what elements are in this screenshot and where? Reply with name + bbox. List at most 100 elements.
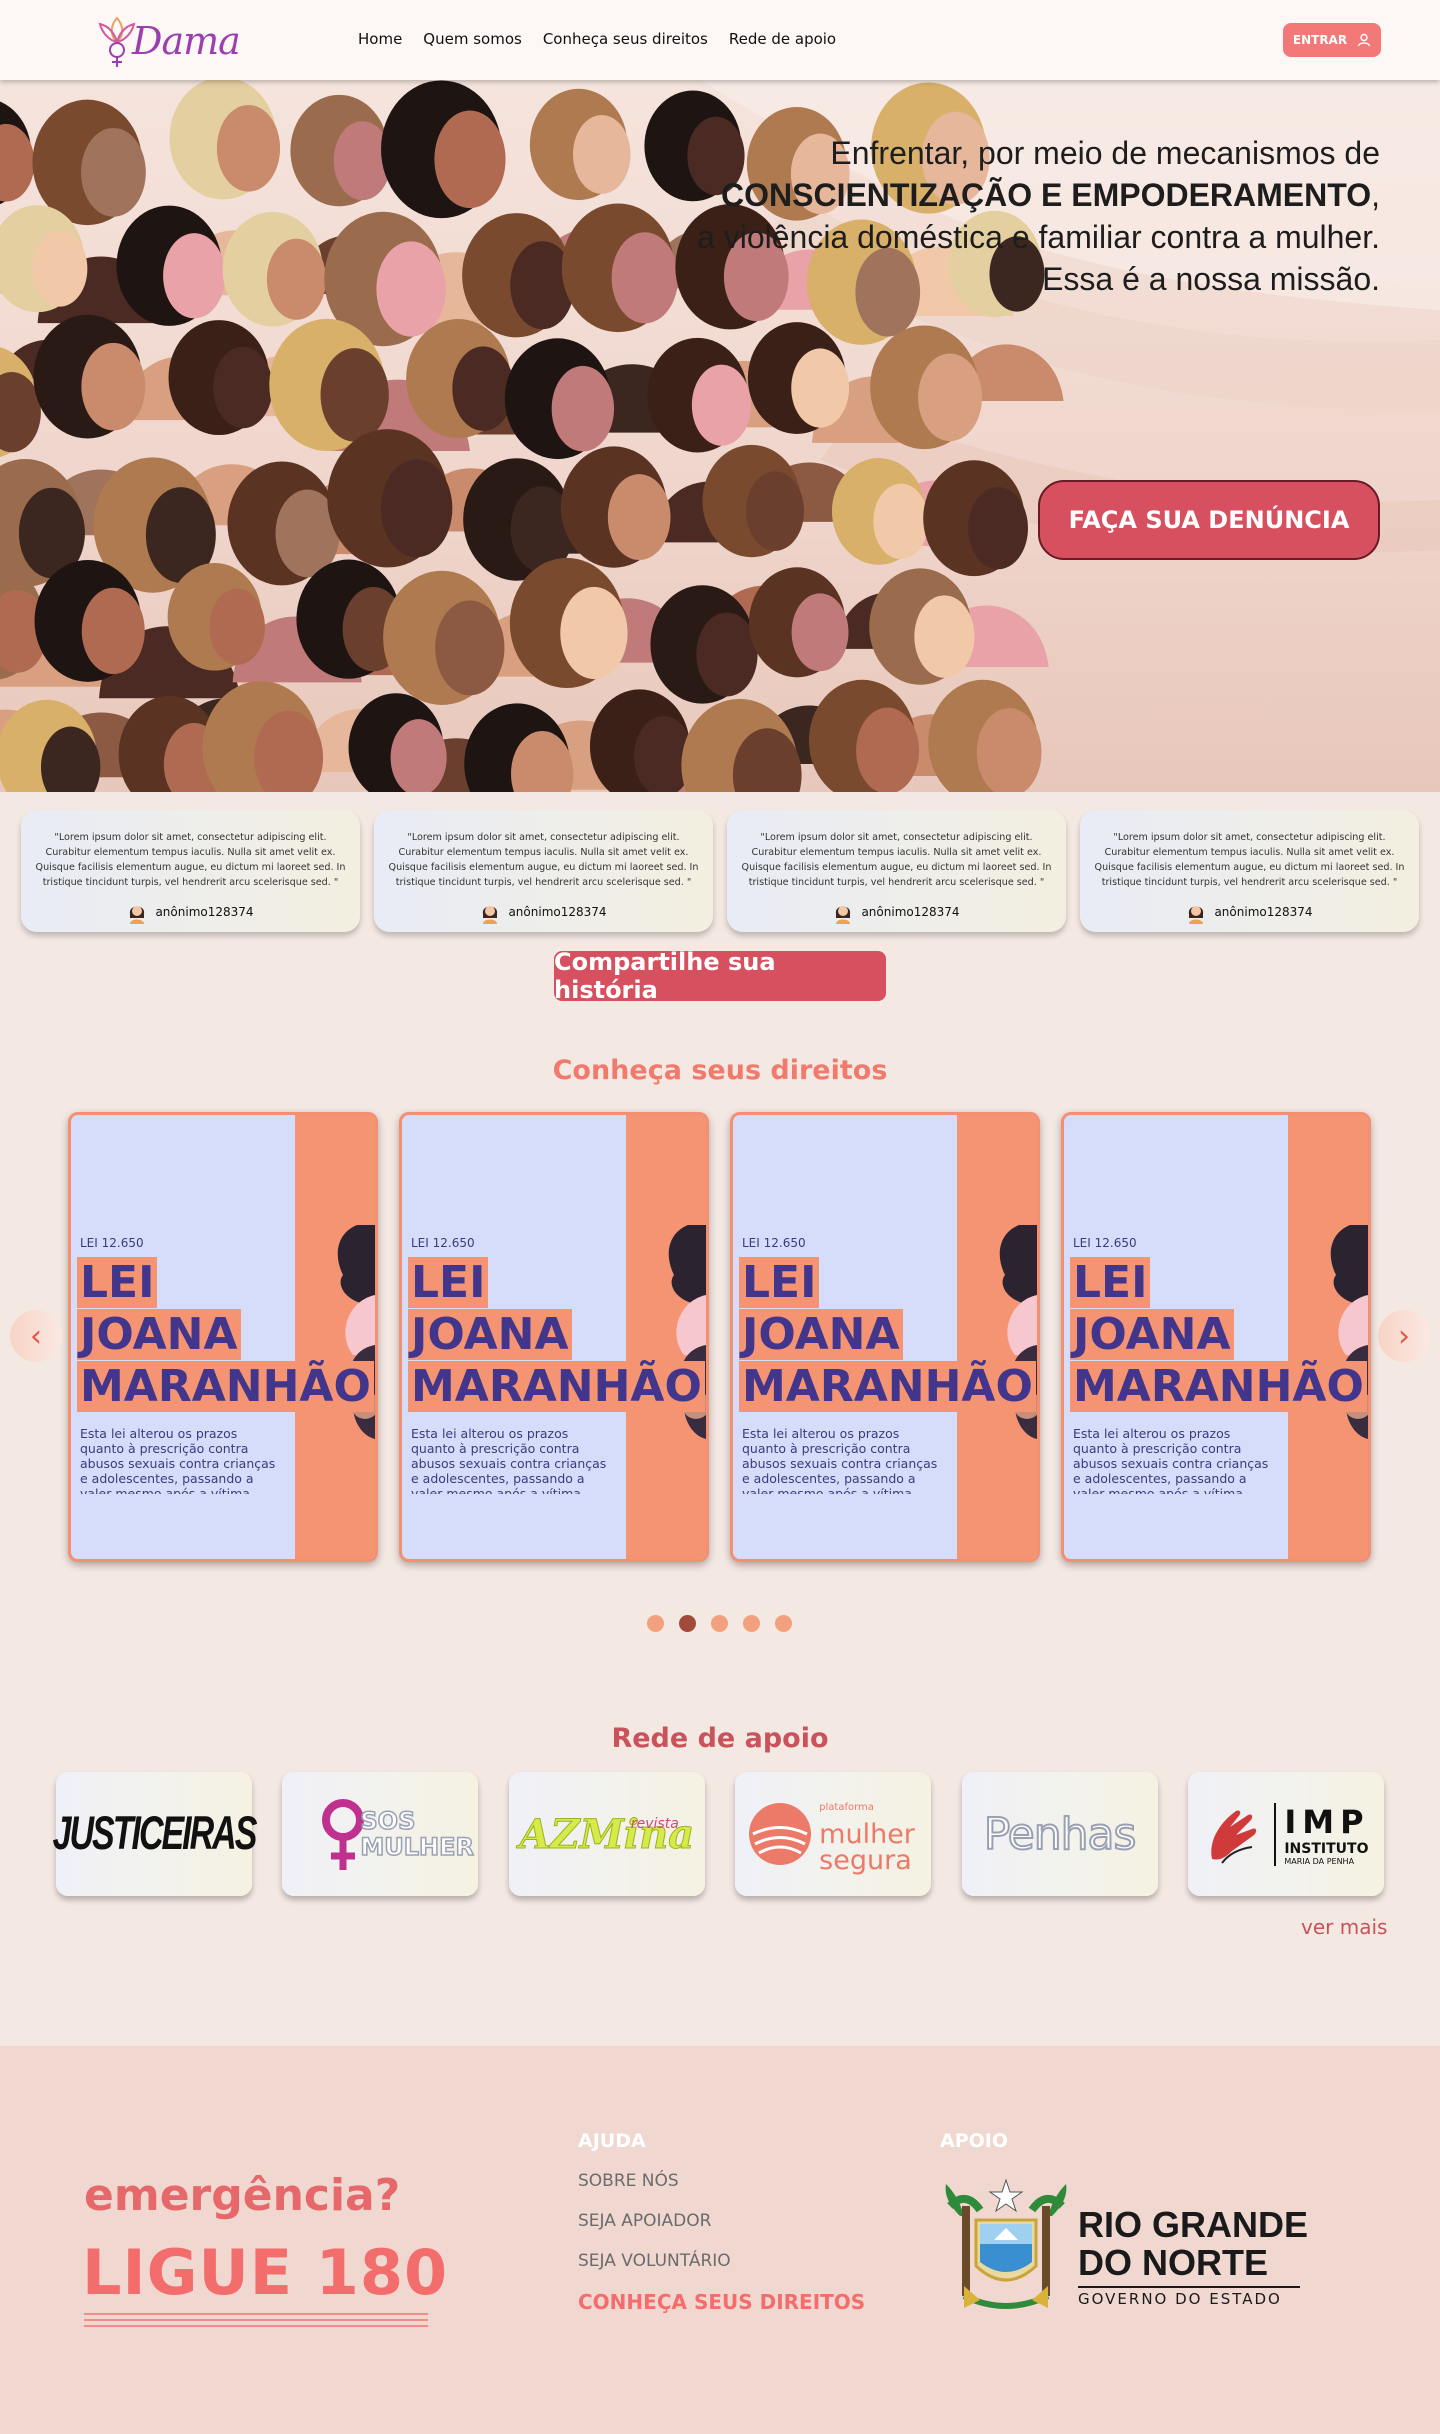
law-name-word: JOANA — [1070, 1309, 1234, 1360]
carousel-prev-button[interactable]: ‹ — [10, 1310, 62, 1362]
chevron-right-icon: › — [1398, 1318, 1410, 1354]
rights-section-title: Conheça seus direitos — [552, 1055, 888, 1086]
law-name-word: JOANA — [408, 1309, 572, 1360]
dama-logo[interactable]: Dama — [96, 12, 241, 70]
carousel-dot[interactable] — [775, 1615, 792, 1632]
figure-face — [914, 595, 975, 678]
partner-azmina[interactable]: revista AZMina — [508, 1772, 705, 1896]
law-number: LEI 12.650 — [411, 1236, 475, 1250]
chevron-left-icon: ‹ — [30, 1318, 42, 1354]
partner-sos-mulher[interactable]: SOS MULHER — [282, 1772, 479, 1896]
support-section-title: Rede de apoio — [611, 1723, 829, 1754]
testimonial-text: "Lorem ipsum dolor sit amet, consectetur… — [388, 832, 699, 888]
nav-quem-somos[interactable]: Quem somos — [423, 30, 522, 48]
rn-government-logo[interactable]: RIO GRANDE DO NORTE GOVERNO DO ESTADO — [940, 2176, 1308, 2316]
testimonial-card[interactable]: "Lorem ipsum dolor sit amet, consectetur… — [374, 810, 713, 932]
rights-card[interactable]: LEI 12.650 LEI JOANA MARANHÃO Esta lei alter… — [68, 1112, 378, 1562]
law-name-word: MARANHÃO — [1070, 1361, 1367, 1412]
law-name-line: JOANA — [739, 1309, 1037, 1361]
hero-line-4: Essa é a nossa missão. — [1042, 261, 1380, 297]
footer-link-direitos[interactable]: CONHEÇA SEUS DIREITOS — [578, 2290, 865, 2314]
call-180[interactable]: LIGUE 180 — [82, 2236, 448, 2309]
carousel-next-button[interactable]: › — [1378, 1310, 1430, 1362]
law-description: Esta lei alterou os prazos quanto à pres… — [80, 1426, 276, 1494]
testimonial-username: anônimo128374 — [1214, 905, 1313, 919]
user-icon — [1357, 33, 1371, 47]
rn-wordmark: RIO GRANDE DO NORTE — [1078, 2206, 1308, 2282]
figure-face — [791, 348, 850, 428]
nav-direitos[interactable]: Conheça seus direitos — [543, 30, 708, 48]
partner-justiceiras[interactable]: JUSTICEIRAS — [53, 1772, 257, 1896]
imp-sub2: MARIA DA PENHA — [1284, 1856, 1355, 1866]
figure-face — [31, 230, 88, 307]
hero-bold: CONSCIENTIZAÇÃO E EMPODERAMENTO — [721, 177, 1372, 213]
testimonials-row: "Lorem ipsum dolor sit amet, consectetur… — [21, 810, 1419, 932]
law-name-line: LEI — [739, 1257, 1037, 1309]
figure-face — [81, 127, 146, 217]
partner-penhas[interactable]: Penhas — [961, 1772, 1158, 1896]
report-button[interactable]: FAÇA SUA DENÚNCIA — [1038, 480, 1380, 560]
figure-face — [380, 459, 453, 558]
law-name-line: MARANHÃO — [77, 1361, 375, 1413]
law-name-line: JOANA — [77, 1309, 375, 1361]
carousel-dot[interactable] — [711, 1615, 728, 1632]
testimonial-user: anônimo128374 — [388, 900, 699, 924]
law-name-word: LEI — [1070, 1257, 1151, 1308]
law-description: Esta lei alterou os prazos quanto à pres… — [1073, 1426, 1269, 1494]
nav-home[interactable]: Home — [358, 30, 402, 48]
carousel-dot[interactable] — [679, 1615, 696, 1632]
law-name-line: LEI — [1070, 1257, 1368, 1309]
law-name-line: JOANA — [408, 1309, 706, 1361]
share-story-button[interactable]: Compartilhe sua história — [554, 948, 886, 1004]
rights-card[interactable]: LEI 12.650 LEI JOANA MARANHÃO Esta lei alter… — [1061, 1112, 1371, 1562]
partner-mulher-segura[interactable]: plataforma mulher segura — [735, 1772, 932, 1896]
navbar: Dama Home Quem somos Conheça seus direit… — [0, 0, 1440, 80]
footer: emergência? LIGUE 180 AJUDA SOBRE NÓS SE… — [0, 2046, 1440, 2434]
woman-avatar-icon — [836, 906, 851, 924]
testimonial-card[interactable]: "Lorem ipsum dolor sit amet, consectetur… — [1080, 810, 1419, 932]
figure-face — [266, 238, 327, 320]
hero-tagline: Enfrentar, por meio de mecanismos de CON… — [620, 132, 1380, 300]
footer-link-apoiador[interactable]: SEJA APOIADOR — [578, 2211, 711, 2231]
azmina-tag: revista — [630, 1816, 679, 1832]
law-name: LEI JOANA MARANHÃO — [77, 1257, 375, 1413]
login-button[interactable]: ENTRAR — [1283, 23, 1381, 57]
woman-avatar-icon — [483, 906, 498, 924]
hero-banner: Enfrentar, por meio de mecanismos de CON… — [0, 80, 1440, 792]
testimonial-user: anônimo128374 — [1094, 900, 1405, 924]
law-name-word: MARANHÃO — [77, 1361, 374, 1412]
figure-face — [696, 612, 758, 697]
figure-face — [856, 707, 920, 792]
logo-text: Dama — [132, 19, 241, 63]
mulher-segura-text: plataforma mulher segura — [819, 1794, 919, 1874]
rn-coat-of-arms-icon — [945, 2178, 1067, 2309]
justiceiras-logo: JUSTICEIRAS — [52, 1806, 258, 1860]
partners-row: JUSTICEIRAS SOS MULHER revista AZMina pl… — [53, 1772, 1384, 1896]
figure-face — [81, 587, 145, 675]
testimonial-card[interactable]: "Lorem ipsum dolor sit amet, consectetur… — [727, 810, 1066, 932]
see-more-link[interactable]: ver mais — [1301, 1915, 1387, 1939]
carousel-dot[interactable] — [743, 1615, 760, 1632]
hero-line-2-rest: , — [1371, 177, 1380, 213]
nav-links: Home Quem somos Conheça seus direitos Re… — [358, 30, 836, 48]
law-name-line: MARANHÃO — [1070, 1361, 1368, 1413]
hero-line-1: Enfrentar, por meio de mecanismos de — [830, 135, 1380, 171]
law-name-line: JOANA — [1070, 1309, 1368, 1361]
figure-face — [320, 348, 389, 442]
rn-line-2: DO NORTE — [1078, 2242, 1269, 2282]
rn-line-1: RIO GRANDE — [1078, 2206, 1308, 2245]
carousel-dot[interactable] — [647, 1615, 664, 1632]
footer-link-voluntario[interactable]: SEJA VOLUNTÁRIO — [578, 2251, 731, 2271]
partner-imp[interactable]: IMP INSTITUTO MARIA DA PENHA — [1187, 1772, 1384, 1896]
mulher-segura-logo: mulher segura — [819, 1819, 915, 1876]
testimonial-card[interactable]: "Lorem ipsum dolor sit amet, consectetur… — [21, 810, 360, 932]
figure-face — [81, 342, 146, 431]
footer-link-sobre[interactable]: SOBRE NÓS — [578, 2171, 679, 2191]
testimonial-username: anônimo128374 — [508, 905, 607, 919]
nav-rede-apoio[interactable]: Rede de apoio — [729, 30, 836, 48]
rights-card[interactable]: LEI 12.650 LEI JOANA MARANHÃO Esta lei alter… — [730, 1112, 1040, 1562]
hands-icon — [1211, 1810, 1257, 1864]
hero-line-3: a violência doméstica e familiar contra … — [697, 219, 1380, 255]
rights-card[interactable]: LEI 12.650 LEI JOANA MARANHÃO Esta lei alter… — [399, 1112, 709, 1562]
figure-face — [435, 600, 505, 696]
